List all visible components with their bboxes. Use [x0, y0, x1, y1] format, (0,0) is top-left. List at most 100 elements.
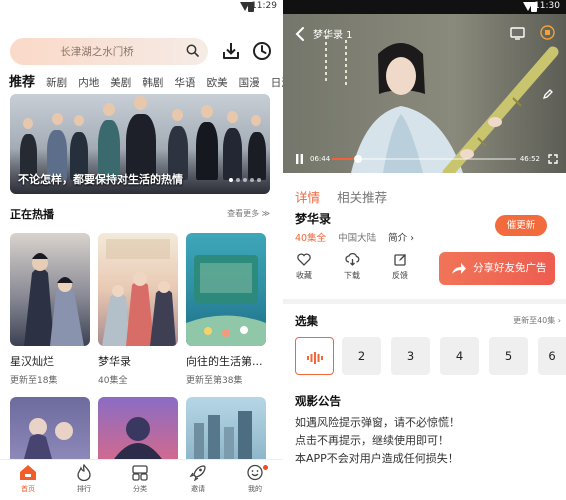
status-bar: 11:29: [0, 0, 283, 14]
notice-title: 观影公告: [295, 394, 341, 408]
show-poster[interactable]: [10, 233, 90, 346]
notice-line: 如遇风险提示弹窗，请不必惊慌！: [295, 416, 460, 429]
episode-button[interactable]: 2: [342, 337, 381, 375]
section-title: 正在热播: [10, 208, 54, 221]
category-tab[interactable]: 韩剧: [142, 75, 163, 90]
nav-tab-invite[interactable]: 邀请: [170, 464, 226, 494]
nav-label: 分类: [133, 485, 147, 493]
seek-bar[interactable]: [332, 155, 516, 163]
show-subtitle: 更新至第38集: [186, 376, 243, 386]
carousel-dot: [250, 178, 254, 182]
search-icon[interactable]: [186, 44, 199, 57]
search-bar[interactable]: 长津湖之水门桥: [10, 38, 208, 65]
episode-1-playing[interactable]: [295, 337, 334, 375]
show-poster[interactable]: [186, 397, 266, 459]
action-label: 收藏: [296, 271, 312, 280]
tab-recommendations[interactable]: 相关推荐: [337, 190, 387, 205]
episodes-more-link[interactable]: 更新至40集 ›: [513, 315, 561, 326]
poster-art: [24, 253, 84, 346]
show-title[interactable]: 梦华录: [98, 353, 182, 369]
poster-art: [194, 411, 252, 459]
category-tab[interactable]: 美剧: [110, 75, 131, 90]
show-poster[interactable]: [10, 397, 90, 459]
nav-label: 邀请: [191, 485, 205, 493]
history-clock-icon[interactable]: [252, 41, 272, 61]
profile-icon: [247, 464, 263, 481]
video-title: 梦华录 1: [313, 30, 353, 41]
poster-art: [102, 239, 176, 346]
home-icon: [20, 465, 36, 480]
banner-caption: 不论怎样，都要保持对生活的热情: [18, 173, 183, 186]
share-button-label: 分享好友免广告: [473, 262, 547, 274]
category-tabs: 推荐 新剧 内地 美剧 韩剧 华语 欧美 国漫 日漫: [9, 71, 283, 91]
detail-tabs: 详情 相关推荐: [295, 187, 399, 206]
action-label: 反馈: [392, 271, 408, 280]
vip-badge-icon[interactable]: [540, 25, 555, 40]
status-time: 11:30: [534, 1, 560, 11]
show-title: 梦华录: [295, 212, 332, 226]
episodes-title: 选集: [295, 314, 318, 328]
section-more-link[interactable]: 查看更多 ≫: [227, 208, 270, 219]
action-label: 下载: [344, 271, 360, 280]
back-arrow-icon[interactable]: [295, 27, 305, 41]
pause-icon[interactable]: [295, 154, 304, 164]
nav-tab-category[interactable]: 分类: [112, 464, 168, 494]
bottom-nav: 首页 排行 分类 邀请 我的: [0, 459, 283, 500]
carousel-dot: [257, 178, 261, 182]
category-tab[interactable]: 日漫: [271, 75, 283, 90]
poster-art: [186, 255, 266, 346]
category-tab[interactable]: 华语: [174, 75, 195, 90]
carousel-indicator: [226, 167, 261, 186]
flame-icon: [77, 464, 91, 481]
download-icon[interactable]: [221, 41, 241, 61]
category-icon: [132, 465, 148, 481]
urge-update-button[interactable]: 催更新: [495, 215, 547, 236]
share-friends-button[interactable]: 分享好友免广告: [439, 252, 555, 285]
feedback-button[interactable]: 反馈: [385, 253, 415, 281]
notice-line: 点击不再提示，继续使用即可！: [295, 434, 449, 447]
notification-badge: [263, 465, 268, 470]
carousel-dot: [243, 178, 247, 182]
playing-bars-icon: [306, 351, 323, 364]
total-time: 46:52: [519, 155, 540, 163]
episode-button[interactable]: 3: [391, 337, 430, 375]
show-poster[interactable]: [98, 233, 178, 346]
search-placeholder: 长津湖之水门桥: [60, 46, 134, 58]
poster-art: [114, 417, 162, 459]
category-tab[interactable]: 国漫: [239, 75, 260, 90]
nav-tab-home[interactable]: 首页: [0, 464, 56, 494]
hero-banner[interactable]: 不论怎样，都要保持对生活的热情: [10, 94, 270, 194]
episode-count: 40集全: [295, 233, 327, 244]
carousel-dot: [229, 178, 233, 182]
show-poster[interactable]: [186, 233, 266, 346]
category-tab[interactable]: 欧美: [207, 75, 228, 90]
show-meta: 40集全 中国大陆 简介 ›: [295, 230, 414, 244]
episode-button[interactable]: 5: [489, 337, 528, 375]
current-time: 06:44: [310, 155, 331, 163]
favorite-button[interactable]: 收藏: [289, 253, 319, 281]
show-title[interactable]: 向往的生活第...: [186, 353, 270, 369]
intro-link[interactable]: 简介 ›: [388, 233, 414, 244]
video-player[interactable]: 11:30 梦华录 1 06:44 46:52: [283, 0, 566, 173]
show-title[interactable]: 星汉灿烂: [10, 353, 94, 369]
rocket-icon: [189, 465, 206, 481]
tab-details[interactable]: 详情: [295, 190, 320, 205]
status-time: 11:29: [251, 1, 277, 11]
section-divider: [283, 299, 566, 304]
show-poster[interactable]: [98, 397, 178, 459]
category-tab[interactable]: 内地: [78, 75, 99, 90]
show-subtitle: 40集全: [98, 376, 128, 386]
nav-label: 首页: [21, 485, 35, 493]
nav-tab-ranking[interactable]: 排行: [56, 464, 112, 494]
category-tab[interactable]: 推荐: [9, 71, 35, 90]
cast-screen-icon[interactable]: [510, 27, 525, 40]
download-button[interactable]: 下载: [337, 253, 367, 281]
notice-line: 本APP不会对用户造成任何损失！: [295, 452, 459, 465]
fullscreen-icon[interactable]: [548, 154, 558, 164]
pencil-icon[interactable]: [542, 88, 554, 100]
right-screen: 11:30 梦华录 1 06:44 46:52 详情 相关推荐 梦华录 40集全…: [283, 0, 566, 500]
category-tab[interactable]: 新剧: [46, 75, 67, 90]
nav-tab-profile[interactable]: 我的: [227, 464, 283, 494]
episode-button[interactable]: 4: [440, 337, 479, 375]
episode-button[interactable]: 6: [538, 337, 566, 375]
